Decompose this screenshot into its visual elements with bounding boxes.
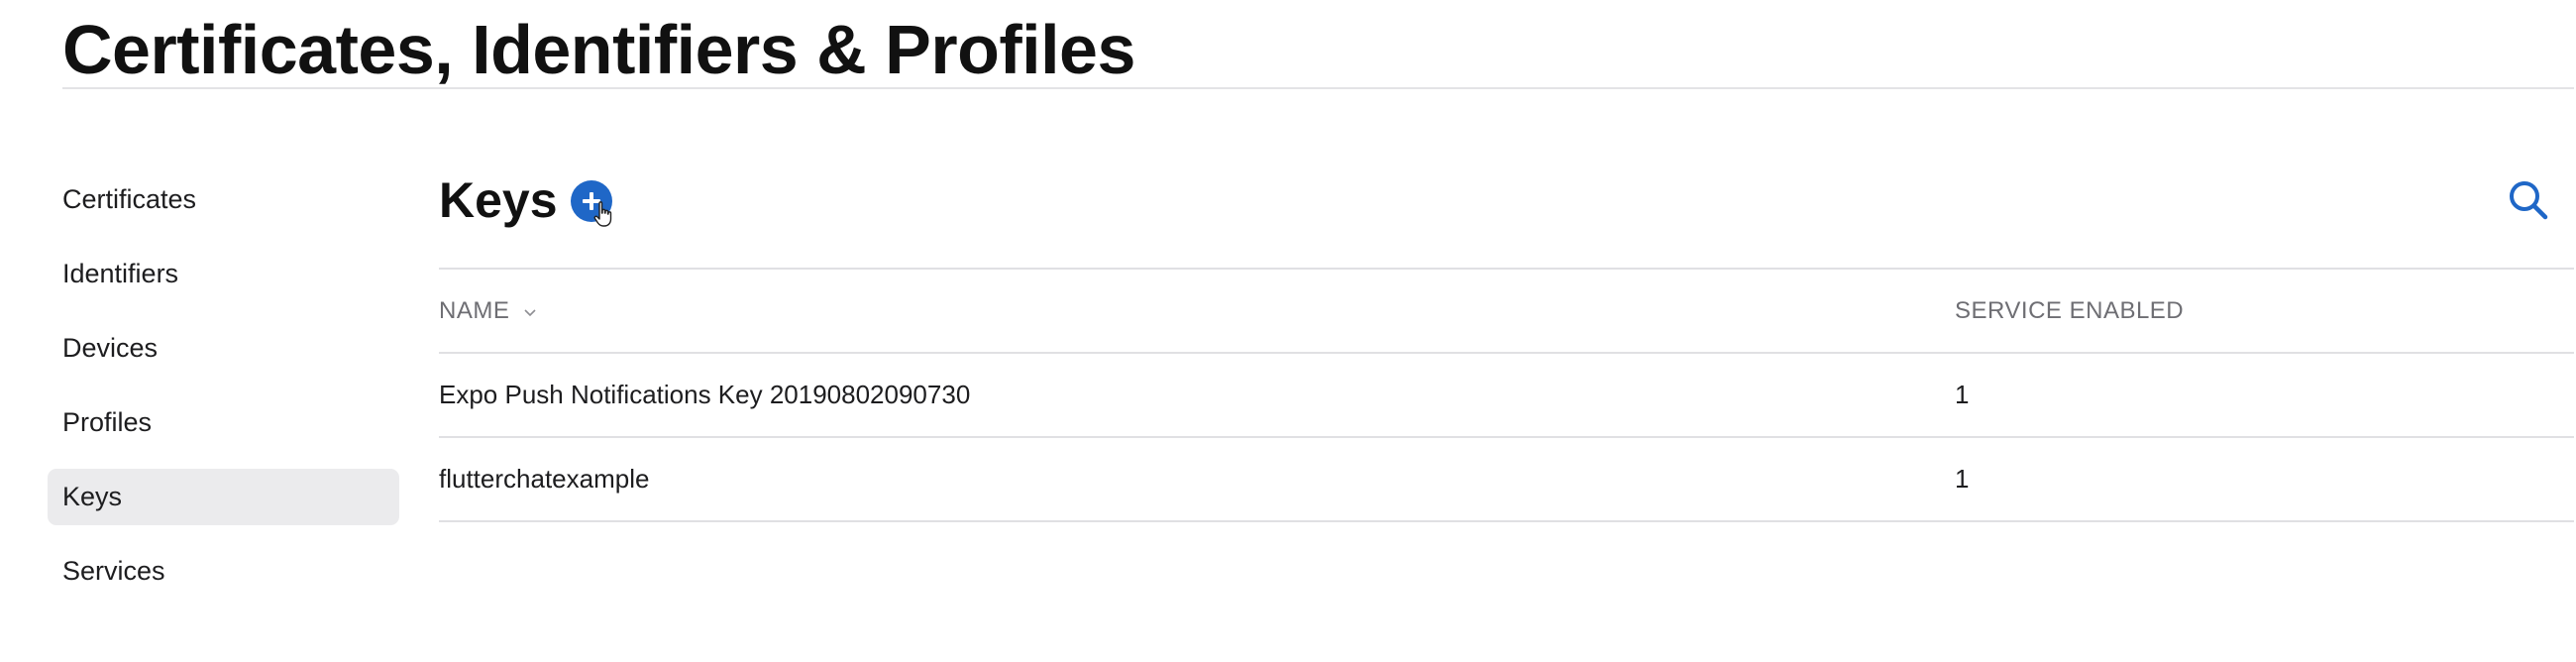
chevron-down-icon: [523, 309, 536, 316]
service-enabled-cell: 1: [1955, 464, 1970, 494]
key-name-cell[interactable]: Expo Push Notifications Key 201908020907…: [439, 354, 970, 436]
sidebar-item-keys[interactable]: Keys: [48, 469, 399, 525]
sidebar-item-label: Devices: [62, 333, 159, 363]
search-icon: [2510, 181, 2548, 220]
sidebar-item-certificates[interactable]: Certificates: [48, 171, 399, 228]
sidebar-item-label: Services: [62, 556, 165, 586]
section-title: Keys: [439, 172, 558, 228]
search-button[interactable]: [2505, 176, 2552, 224]
sidebar-item-identifiers[interactable]: Identifiers: [48, 246, 399, 302]
sidebar: Certificates Identifiers Devices Profile…: [48, 171, 399, 617]
column-header-service-enabled[interactable]: SERVICE ENABLED: [1955, 270, 2184, 352]
sidebar-item-services[interactable]: Services: [48, 543, 399, 600]
sidebar-item-label: Certificates: [62, 184, 197, 214]
sidebar-item-label: Keys: [62, 482, 123, 511]
table-row[interactable]: Expo Push Notifications Key 201908020907…: [439, 354, 2574, 438]
section-header: Keys: [439, 164, 612, 238]
table-row[interactable]: flutterchatexample 1: [439, 438, 2574, 522]
sidebar-item-label: Identifiers: [62, 259, 179, 288]
service-enabled-cell: 1: [1955, 380, 1970, 409]
key-name-cell[interactable]: flutterchatexample: [439, 438, 649, 520]
column-header-name-label: NAME: [439, 297, 510, 324]
add-key-button[interactable]: [570, 179, 612, 227]
title-divider: [62, 87, 2574, 89]
table-header-row: NAME SERVICE ENABLED: [439, 270, 2574, 354]
keys-table: NAME SERVICE ENABLED Expo Push Notificat…: [439, 268, 2574, 522]
column-header-name[interactable]: NAME: [439, 270, 537, 352]
sidebar-item-profiles[interactable]: Profiles: [48, 394, 399, 451]
sidebar-item-devices[interactable]: Devices: [48, 320, 399, 377]
sidebar-item-label: Profiles: [62, 407, 153, 437]
page-title: Certificates, Identifiers & Profiles: [62, 11, 1135, 88]
pointer-cursor-icon: [593, 200, 611, 227]
